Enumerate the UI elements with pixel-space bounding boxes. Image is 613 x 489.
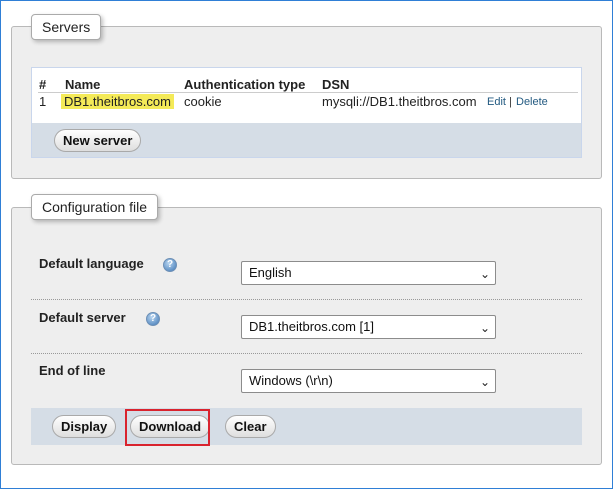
servers-footer: New server xyxy=(32,123,581,157)
display-button[interactable]: Display xyxy=(52,415,117,438)
col-header-dsn: DSN xyxy=(322,77,350,92)
default-language-select[interactable]: English ⌄ xyxy=(241,261,496,285)
server-name: DB1.theitbros.com xyxy=(61,94,174,109)
chevron-down-icon: ⌄ xyxy=(479,321,490,335)
config-legend: Configuration file xyxy=(31,194,159,220)
row-divider xyxy=(31,299,582,300)
header-divider xyxy=(38,92,578,93)
server-dsn: mysqli://DB1.theitbros.com xyxy=(322,94,477,109)
col-header-name: Name xyxy=(65,77,101,92)
default-server-value: DB1.theitbros.com [1] xyxy=(249,319,374,334)
new-server-button[interactable]: New server xyxy=(54,129,142,152)
default-server-select[interactable]: DB1.theitbros.com [1] ⌄ xyxy=(241,315,496,339)
default-language-label: Default language xyxy=(39,256,144,271)
end-of-line-select[interactable]: Windows (\r\n) ⌄ xyxy=(241,369,496,393)
default-server-label: Default server xyxy=(39,310,126,325)
delete-link[interactable]: Delete xyxy=(516,96,548,108)
col-header-number: # xyxy=(39,77,47,92)
end-of-line-label: End of line xyxy=(39,363,106,378)
help-icon[interactable]: ? xyxy=(146,312,160,326)
servers-legend: Servers xyxy=(31,14,102,40)
help-icon[interactable]: ? xyxy=(163,258,177,272)
chevron-down-icon: ⌄ xyxy=(479,375,490,389)
chevron-down-icon: ⌄ xyxy=(479,267,490,281)
row-number: 1 xyxy=(39,94,47,109)
end-of-line-value: Windows (\r\n) xyxy=(249,373,333,388)
row-divider xyxy=(31,353,582,354)
servers-panel: # Name Authentication type DSN 1 DB1.the… xyxy=(31,67,582,158)
col-header-auth: Authentication type xyxy=(184,77,306,92)
clear-button[interactable]: Clear xyxy=(225,415,276,438)
link-separator: | xyxy=(509,96,512,108)
annotation-highlight-box xyxy=(125,409,210,446)
default-language-value: English xyxy=(249,265,292,280)
edit-link[interactable]: Edit xyxy=(487,96,506,108)
server-auth-type: cookie xyxy=(184,94,222,109)
